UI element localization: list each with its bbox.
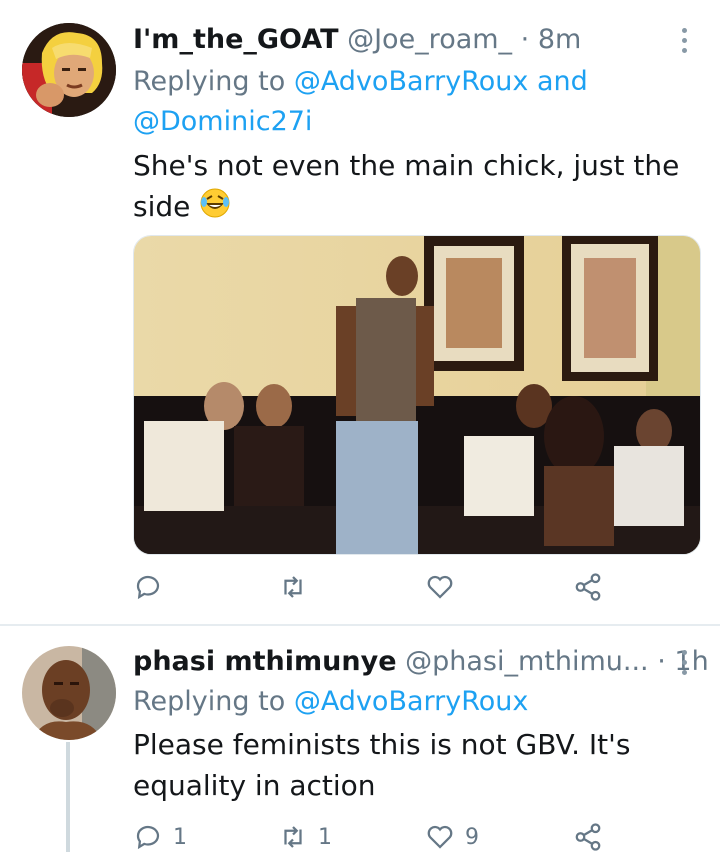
tweet-photo[interactable] — [133, 235, 701, 555]
tweet-header: I'm_the_GOAT @Joe_roam_ · 8m — [133, 24, 581, 55]
mention-link[interactable]: @Dominic27i — [133, 106, 312, 137]
like-icon — [427, 825, 453, 849]
reply-icon — [136, 825, 160, 850]
separator-dot: · — [657, 646, 675, 677]
tweet-2[interactable]: phasi mthimunye @phasi_mthimu... · 1h Re… — [0, 626, 720, 851]
like-count: 9 — [465, 824, 479, 850]
retweet-button[interactable]: 1 — [278, 822, 332, 852]
replying-and[interactable]: and — [537, 66, 588, 97]
tweet-1[interactable]: I'm_the_GOAT @Joe_roam_ · 8m Replying to… — [0, 0, 720, 624]
reply-count: 1 — [173, 824, 187, 850]
display-name[interactable]: phasi mthimunye — [133, 646, 397, 677]
replying-label: Replying to — [133, 686, 286, 717]
like-button[interactable] — [425, 572, 465, 602]
tweet-actions: 1 1 9 — [133, 822, 603, 862]
handle[interactable]: @Joe_roam_ — [347, 24, 512, 55]
separator-dot: · — [520, 24, 538, 55]
replying-to: Replying to @AdvoBarryRoux and @Dominic2… — [133, 62, 588, 142]
more-options-icon[interactable] — [682, 650, 688, 680]
tweet-text: Please feminists this is not GBV. It's e… — [133, 724, 630, 806]
replying-to: Replying to @AdvoBarryRoux — [133, 682, 528, 722]
share-button[interactable] — [573, 822, 613, 852]
thread-line — [66, 742, 70, 852]
avatar-image — [22, 23, 116, 117]
retweet-count: 1 — [318, 824, 332, 850]
mention-link[interactable]: @AdvoBarryRoux — [294, 66, 529, 97]
share-button[interactable] — [573, 572, 613, 602]
reply-button[interactable]: 1 — [133, 822, 187, 852]
timestamp[interactable]: 1h — [674, 646, 708, 677]
mention-link[interactable]: @AdvoBarryRoux — [294, 686, 529, 717]
more-options-icon[interactable] — [682, 28, 688, 58]
share-icon — [575, 573, 601, 601]
reply-icon — [136, 575, 160, 600]
avatar[interactable] — [22, 23, 116, 117]
rolling-on-floor-laughing-emoji — [199, 187, 231, 230]
share-icon — [575, 823, 601, 851]
tweet-text-line: equality in action — [133, 769, 376, 802]
like-button[interactable]: 9 — [425, 822, 479, 852]
retweet-icon — [284, 576, 302, 598]
tweet-text: She's not even the main chick, just the … — [133, 145, 679, 230]
reply-button[interactable] — [133, 572, 173, 602]
display-name[interactable]: I'm_the_GOAT — [133, 24, 339, 55]
replying-label: Replying to — [133, 66, 286, 97]
tweet-header: phasi mthimunye @phasi_mthimu... · 1h — [133, 646, 709, 677]
handle[interactable]: @phasi_mthimu... — [405, 646, 649, 677]
avatar-image — [22, 646, 116, 740]
photo-image — [134, 236, 700, 554]
tweet-text-line: She's not even the main chick, just the — [133, 149, 680, 182]
timestamp[interactable]: 8m — [538, 24, 581, 55]
tweet-text-line: Please feminists this is not GBV. It's — [133, 728, 631, 761]
avatar[interactable] — [22, 646, 116, 740]
retweet-button[interactable] — [278, 572, 318, 602]
like-icon — [427, 575, 453, 599]
tweet-actions — [133, 572, 603, 612]
retweet-icon — [284, 826, 302, 848]
tweet-text-line: side — [133, 190, 191, 223]
